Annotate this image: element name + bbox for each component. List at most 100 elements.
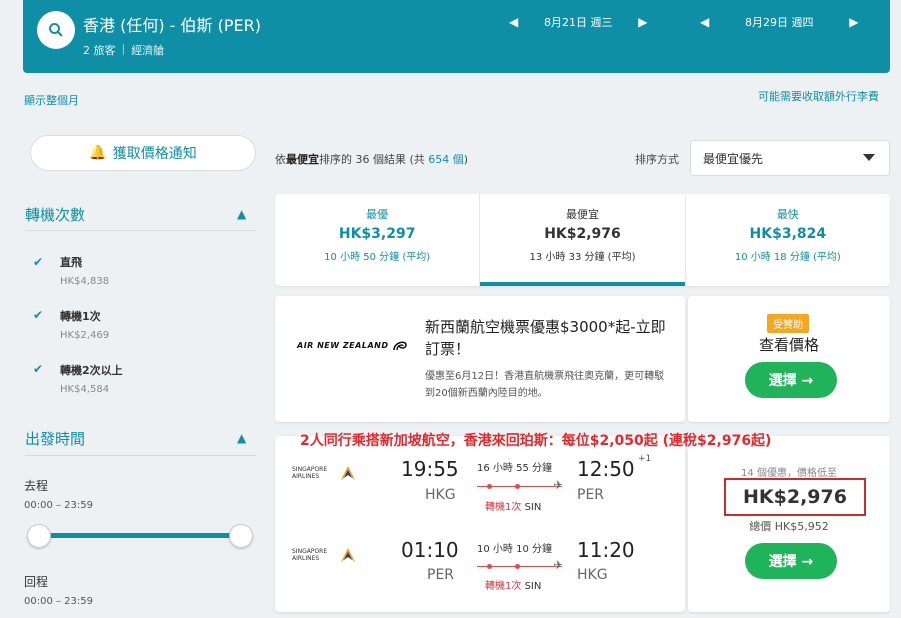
results-sort-name: 最便宜 [286,153,319,166]
return-date-picker[interactable]: ◀ 8月29日 週四 ▶ [700,13,858,31]
ad-title[interactable]: 新西蘭航空機票優惠$3000*起-立即訂票！ [425,316,670,360]
tab-duration: 10 小時 18 分鐘 (平均) [734,252,841,263]
stop-option-price: HK$4,838 [60,276,110,287]
total-price: 總價 HK$5,952 [749,520,829,533]
tab-name: 最快 [776,208,799,221]
singapore-airlines-logo: SINGAPORE AIRLINES [292,546,357,564]
results-suffix: ) [463,153,469,166]
plane-icon: ✈ [553,558,564,572]
stop-option-price: HK$4,584 [60,384,110,395]
stop-option-label[interactable]: 轉機2次以上 [60,362,123,378]
tab-fastest[interactable]: 最快 HK$3,824 10 小時 18 分鐘 (平均) [684,194,890,286]
ad-card[interactable]: AIR NEW ZEALAND 新西蘭航空機票優惠$3000*起-立即訂票！ 優… [275,296,685,422]
day-offset: +1 [638,454,652,464]
checkbox-two-plus-stops[interactable]: ✔ [31,362,45,376]
outbound-time-slider[interactable] [40,533,240,538]
slider-handle-start[interactable] [27,524,51,548]
stops-count: 轉機1次 [485,581,522,592]
results-total: 654 個 [428,153,464,166]
sort-dropdown[interactable]: 最便宜優先 [690,140,890,176]
route-dot [515,564,520,569]
trip-details[interactable]: 2 旅客 | 經濟艙 [83,42,164,58]
depart-airport: PER [427,567,455,583]
stop-option-label[interactable]: 直飛 [60,254,82,270]
singapore-airlines-logo: SINGAPORE AIRLINES [292,464,357,482]
promo-annotation: 2人同行乘搭新加坡航空，香港來回珀斯：每位$2,050起 (連稅$2,976起) [300,433,772,449]
tab-name: 最優 [366,208,389,221]
flight-select-button[interactable]: 選擇 → [745,543,837,579]
return-date[interactable]: 8月29日 週四 [709,14,849,30]
airline-bird-icon [341,466,355,480]
logo-text: AIR NEW ZEALAND [297,340,389,350]
show-month-link[interactable]: 顯示整個月 [24,92,79,108]
arrive-time: 12:50 [577,457,635,481]
airline-name: SINGAPORE AIRLINES [292,548,328,562]
ad-description: 優惠至6月12日！香港直航機票飛往奧克蘭，更可轉駁到20個新西蘭內陸目的地。 [425,371,665,399]
stop-option-label[interactable]: 轉機1次 [60,308,101,324]
travellers-count: 2 旅客 [83,44,116,57]
search-icon[interactable] [37,11,75,49]
tab-price: HK$3,824 [749,226,827,242]
prev-date-icon[interactable]: ◀ [509,15,518,29]
stops-count: 轉機1次 [485,502,522,513]
return-time-label: 回程 [24,575,49,589]
route-dot [515,484,520,489]
plane-icon: ✈ [553,478,564,492]
baggage-fees-link[interactable]: 可能需要收取額外行李費 [758,88,879,104]
stops-info: 轉機1次 SIN [485,498,541,513]
stops-filter-title[interactable]: 轉機次數 [25,204,85,225]
tab-cheapest[interactable]: 最便宜 HK$2,976 13 小時 33 分鐘 (平均) [479,194,685,286]
bell-icon: 🔔 [89,145,107,161]
divider [25,230,256,231]
tab-price: HK$3,297 [338,226,416,242]
caret-down-icon [863,154,875,161]
flight-price-panel: 14 個優惠，價格低至 HK$2,976 總價 HK$5,952 選擇 → [688,436,890,612]
times-filter-title[interactable]: 出發時間 [25,428,85,449]
route-dot [487,484,492,489]
results-summary: 依最便宜排序的 36 個結果 (共 654 個) [275,151,468,167]
prev-date-icon[interactable]: ◀ [700,15,709,29]
depart-date-picker[interactable]: ◀ 8月21日 週三 ▶ [509,13,647,31]
stops-info: 轉機1次 SIN [485,577,541,592]
tab-duration: 13 小時 33 分鐘 (平均) [529,252,636,263]
route-title[interactable]: 香港 (任何) - 伯斯 (PER) [83,12,261,36]
flight-price: HK$2,976 [724,478,866,516]
sort-tabs: 最優 HK$3,297 10 小時 50 分鐘 (平均) 最便宜 HK$2,97… [275,194,890,286]
price-alert-label: 獲取價格通知 [112,146,197,162]
search-header[interactable]: 香港 (任何) - 伯斯 (PER) 2 旅客 | 經濟艙 ◀ 8月21日 週三… [23,0,890,73]
separator: | [121,42,126,55]
via-airport: SIN [524,581,542,592]
air-new-zealand-logo: AIR NEW ZEALAND [297,338,408,352]
chevron-up-icon[interactable]: ▲ [237,207,246,221]
tab-duration: 10 小時 50 分鐘 (平均) [324,252,431,263]
arrive-time: 11:20 [577,538,635,562]
koru-icon [393,341,408,351]
cabin-class: 經濟艙 [131,44,165,57]
flight-duration: 10 小時 10 分鐘 [477,544,552,555]
depart-date[interactable]: 8月21日 週三 [518,14,638,30]
chevron-up-icon[interactable]: ▲ [237,431,246,445]
flight-duration: 16 小時 55 分鐘 [477,463,552,474]
checkbox-one-stop[interactable]: ✔ [31,308,45,322]
return-time-range: 00:00 – 23:59 [24,596,93,607]
results-prefix: 依 [275,153,286,166]
depart-airport: HKG [425,487,456,503]
checkbox-nonstop[interactable]: ✔ [31,255,45,269]
next-date-icon[interactable]: ▶ [849,15,858,29]
divider [25,455,256,456]
tab-price: HK$2,976 [544,226,621,242]
deal-count: 14 個優惠，價格低至 [741,468,837,479]
flight-itinerary[interactable]: SINGAPORE AIRLINES 19:55 HKG 16 小時 55 分鐘… [275,436,685,612]
depart-time: 01:10 [401,538,459,562]
outbound-time-range: 00:00 – 23:59 [24,500,93,511]
airline-bird-icon [341,548,355,562]
results-count: 排序的 36 個結果 (共 [319,153,425,166]
tab-best[interactable]: 最優 HK$3,297 10 小時 50 分鐘 (平均) [275,194,479,286]
price-alert-button[interactable]: 🔔 獲取價格通知 [30,135,256,171]
slider-handle-end[interactable] [229,524,253,548]
stop-option-price: HK$2,469 [60,330,110,341]
next-date-icon[interactable]: ▶ [638,15,647,29]
arrive-airport: PER [577,487,605,503]
via-airport: SIN [524,502,542,513]
ad-select-button[interactable]: 選擇 → [745,362,837,398]
